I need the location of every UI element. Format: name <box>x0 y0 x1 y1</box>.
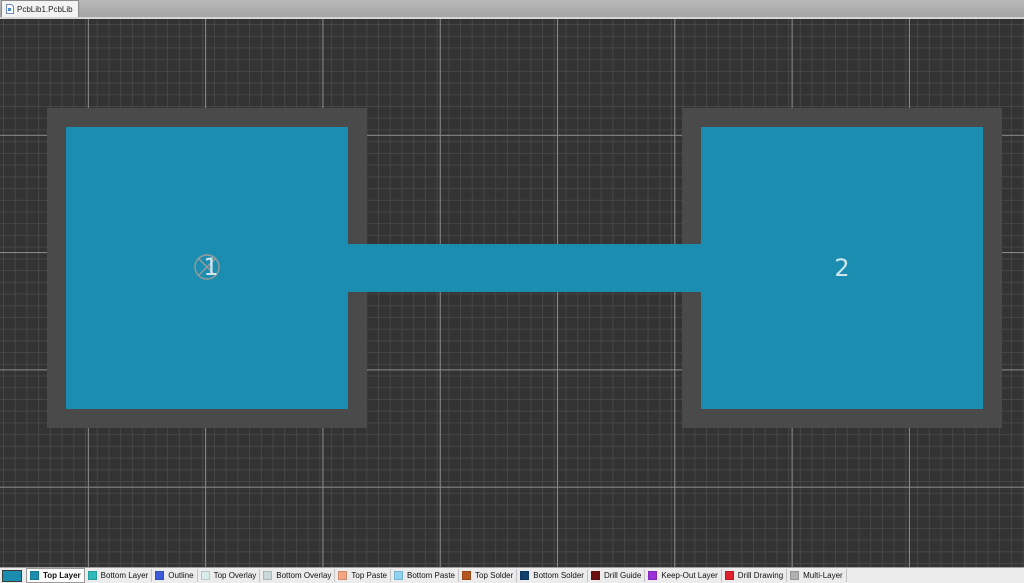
layer-color-swatch <box>648 571 658 580</box>
document-tab[interactable]: PcbLib1.PcbLib <box>1 0 79 17</box>
layer-tab-top-solder[interactable]: Top Solder <box>459 569 518 582</box>
layer-tab-keep-out-layer[interactable]: Keep-Out Layer <box>645 569 722 582</box>
document-tab-label: PcbLib1.PcbLib <box>17 4 73 14</box>
layer-color-swatch <box>590 571 600 580</box>
layer-tab-bottom-solder[interactable]: Bottom Solder <box>517 569 588 582</box>
layer-tab-label: Top Paste <box>351 571 387 580</box>
layer-tab-bottom-layer[interactable]: Bottom Layer <box>85 569 153 582</box>
layer-color-swatch <box>338 571 348 580</box>
layer-color-swatch <box>30 571 39 580</box>
layer-color-swatch <box>393 571 403 580</box>
layer-tab-multi-layer[interactable]: Multi-Layer <box>787 569 847 582</box>
layer-tab-top-overlay[interactable]: Top Overlay <box>198 569 261 582</box>
layer-color-swatch <box>263 571 273 580</box>
pcb-editor-canvas[interactable]: 1 2 <box>0 19 1024 567</box>
layer-tab-label: Top Solder <box>475 571 514 580</box>
layer-color-swatch <box>200 571 210 580</box>
layer-color-swatch <box>462 571 472 580</box>
layer-tab-bar: Top Layer Bottom Layer Outline Top Overlay B… <box>0 567 1024 583</box>
layer-tab-label: Bottom Layer <box>100 571 149 580</box>
layer-tab-label: Top Layer <box>43 571 81 580</box>
layer-color-swatch <box>87 571 97 580</box>
copper-track[interactable] <box>347 244 702 292</box>
layer-tab-label: Keep-Out Layer <box>661 571 718 580</box>
layer-tab-label: Bottom Solder <box>533 571 584 580</box>
layer-color-swatch <box>520 571 530 580</box>
layer-tab-label: Bottom Overlay <box>276 571 332 580</box>
layer-tab-drill-drawing[interactable]: Drill Drawing <box>722 569 788 582</box>
layer-tab-label: Drill Drawing <box>737 571 784 580</box>
layer-tab-label: Drill Guide <box>603 571 642 580</box>
pcblib-document-icon <box>6 4 14 14</box>
layer-tab-top-layer[interactable]: Top Layer <box>26 568 85 583</box>
layer-tab-label: Outline <box>168 571 194 580</box>
layer-tab-outline[interactable]: Outline <box>152 569 198 582</box>
layer-tab-label: Top Overlay <box>213 571 257 580</box>
current-layer-color-indicator[interactable] <box>2 569 22 582</box>
layer-tab-label: Bottom Paste <box>406 571 456 580</box>
layer-color-swatch <box>724 571 734 580</box>
layer-tab-label: Multi-Layer <box>803 571 843 580</box>
document-tab-bar: PcbLib1.PcbLib <box>0 0 1024 18</box>
pad-1-designator: 1 <box>203 253 219 281</box>
layer-tab-top-paste[interactable]: Top Paste <box>335 569 391 582</box>
layer-tab-bottom-overlay[interactable]: Bottom Overlay <box>260 569 336 582</box>
pad-2-designator: 2 <box>834 254 850 282</box>
layer-tab-drill-guide[interactable]: Drill Guide <box>588 569 646 582</box>
layer-color-swatch <box>155 571 165 580</box>
layer-tab-bottom-paste[interactable]: Bottom Paste <box>391 569 460 582</box>
layer-color-swatch <box>790 571 800 580</box>
